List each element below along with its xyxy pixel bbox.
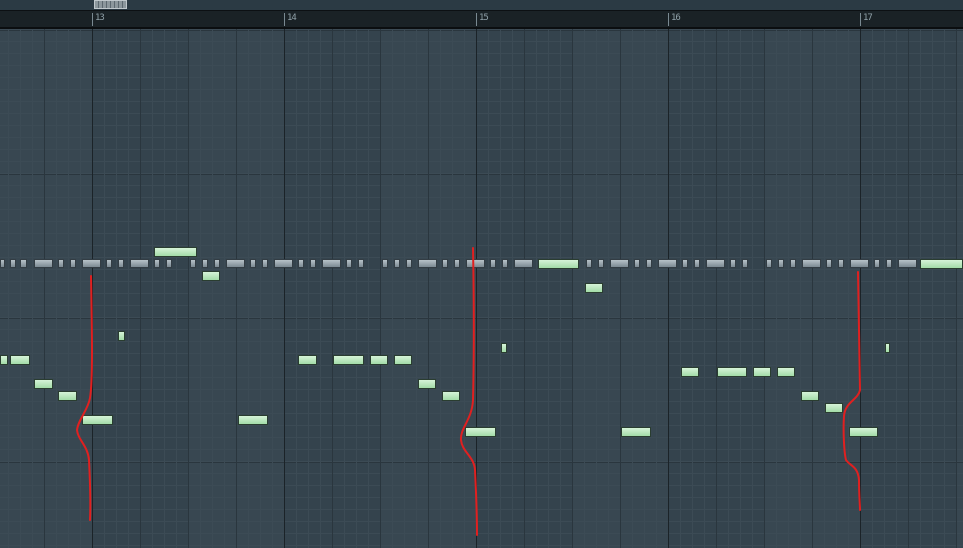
red-annotation-curve bbox=[459, 247, 478, 536]
annotation-layer bbox=[75, 247, 862, 536]
red-annotation-curve bbox=[842, 271, 862, 511]
red-annotation-curve bbox=[75, 275, 93, 521]
